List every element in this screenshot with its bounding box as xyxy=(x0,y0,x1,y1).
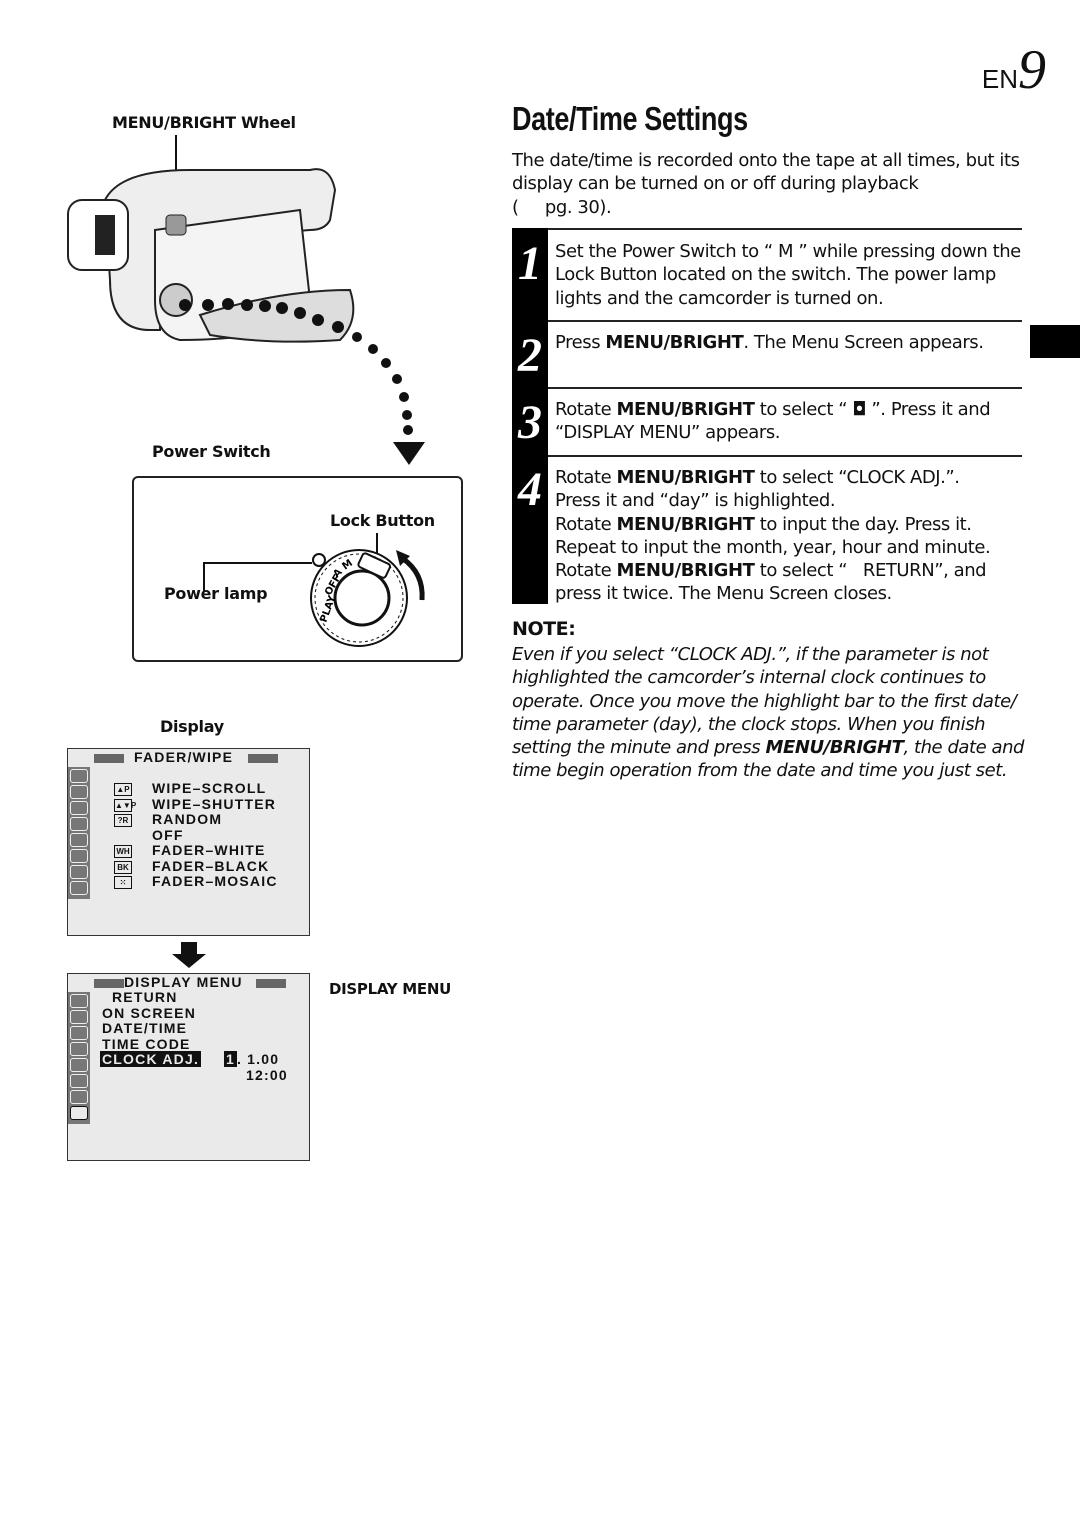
wipe-icon xyxy=(70,1010,88,1024)
display-menu-label: DISPLAY MENU xyxy=(329,980,451,998)
am-icon xyxy=(70,1074,88,1088)
menu-item[interactable]: FADER–WHITE xyxy=(152,843,266,858)
display-menu-screen: DISPLAY MENU RETURN ON SCREEN DATE/TIME … xyxy=(67,973,310,1161)
menu-item-clock-adj[interactable]: CLOCK ADJ. xyxy=(100,1051,202,1067)
random-icon: ?R xyxy=(114,813,132,827)
page-title: Date/Time Settings xyxy=(512,100,748,137)
menu-item-return[interactable]: RETURN xyxy=(112,990,178,1005)
return-icon xyxy=(70,769,88,783)
fader-mosaic-icon: ⁙ xyxy=(114,875,132,889)
step-3-text: Rotate MENU/BRIGHT to select “ ◘ ”. Pres… xyxy=(555,399,991,444)
camcorder-illustration xyxy=(67,135,425,465)
menu-item-time-code[interactable]: TIME CODE xyxy=(102,1037,191,1052)
step-number: 3 xyxy=(518,396,542,449)
menu-icon-column xyxy=(68,992,90,1124)
divider xyxy=(548,320,1022,322)
note-text: Even if you select “CLOCK ADJ.”, if the … xyxy=(512,644,1025,782)
screen-title: DISPLAY MENU xyxy=(124,974,243,990)
fader-black-icon: BK xyxy=(114,860,132,874)
intro-text: The date/time is recorded onto the tape … xyxy=(512,150,1020,218)
clock-icon xyxy=(70,881,88,895)
page-reference: ( pg. 30). xyxy=(512,196,612,218)
menu-item[interactable]: WIPE–SCROLL xyxy=(152,781,266,796)
program-icon xyxy=(70,801,88,815)
section-tab xyxy=(1030,325,1080,358)
menu-item-on-screen[interactable]: ON SCREEN xyxy=(102,1006,196,1021)
step-1-text: Set the Power Switch to “ M ” while pres… xyxy=(555,241,1021,309)
step-number: 4 xyxy=(518,463,542,516)
screen-title: FADER/WIPE xyxy=(134,749,234,765)
power-switch-label: Power Switch xyxy=(152,442,271,461)
menu-item-date-time[interactable]: DATE/TIME xyxy=(102,1021,187,1036)
wipe-icon xyxy=(70,785,88,799)
menu-item[interactable]: WIPE–SHUTTER xyxy=(152,797,276,812)
down-arrow-icon xyxy=(172,942,206,968)
time-value: 12:00 xyxy=(246,1067,288,1083)
power-switch-detail-box: Lock Button Power lamp PLAY OFF A M xyxy=(132,476,463,662)
step-number: 2 xyxy=(518,329,542,382)
display-label: Display xyxy=(160,717,224,736)
camera-icon xyxy=(70,1058,88,1072)
note-heading: NOTE: xyxy=(512,618,576,640)
return-icon xyxy=(70,994,88,1008)
menu-item[interactable]: FADER–MOSAIC xyxy=(152,874,278,889)
clock-icon xyxy=(70,1106,88,1120)
manual-page: EN9 MENU/BRIGHT Wheel Power Switch Lock … xyxy=(0,0,1080,1533)
fader-wipe-screen: FADER/WIPE ▲P WIPE–SCROLL ▲▼P WIPE–SHUTTER… xyxy=(67,748,310,936)
divider xyxy=(548,455,1022,457)
divider xyxy=(548,228,1022,230)
step-4-text: Rotate MENU/BRIGHT to select “CLOCK ADJ.… xyxy=(555,467,991,605)
wipe-shutter-icon: ▲▼P xyxy=(114,798,137,812)
day-value[interactable]: 1 xyxy=(224,1051,237,1067)
effect-icon xyxy=(70,1042,88,1056)
menu-item[interactable]: OFF xyxy=(152,828,184,843)
divider xyxy=(548,387,1022,389)
menu-item[interactable]: FADER–BLACK xyxy=(152,859,269,874)
power-switch-dial[interactable]: PLAY OFF A M xyxy=(134,478,461,660)
am-icon xyxy=(70,849,88,863)
effect-icon xyxy=(70,817,88,831)
program-icon xyxy=(70,1026,88,1040)
manual-icon xyxy=(70,865,88,879)
manual-icon xyxy=(70,1090,88,1104)
camera-icon xyxy=(70,833,88,847)
date-value: . 1.00 xyxy=(237,1051,280,1067)
menu-icon-column xyxy=(68,767,90,899)
page-number: EN9 xyxy=(981,39,1046,101)
step-2-text: Press MENU/BRIGHT. The Menu Screen appea… xyxy=(555,332,984,353)
menu-item[interactable]: RANDOM xyxy=(152,812,222,827)
step-number: 1 xyxy=(518,237,542,290)
fader-white-icon: WH xyxy=(114,844,132,858)
wipe-scroll-icon: ▲P xyxy=(114,782,132,796)
